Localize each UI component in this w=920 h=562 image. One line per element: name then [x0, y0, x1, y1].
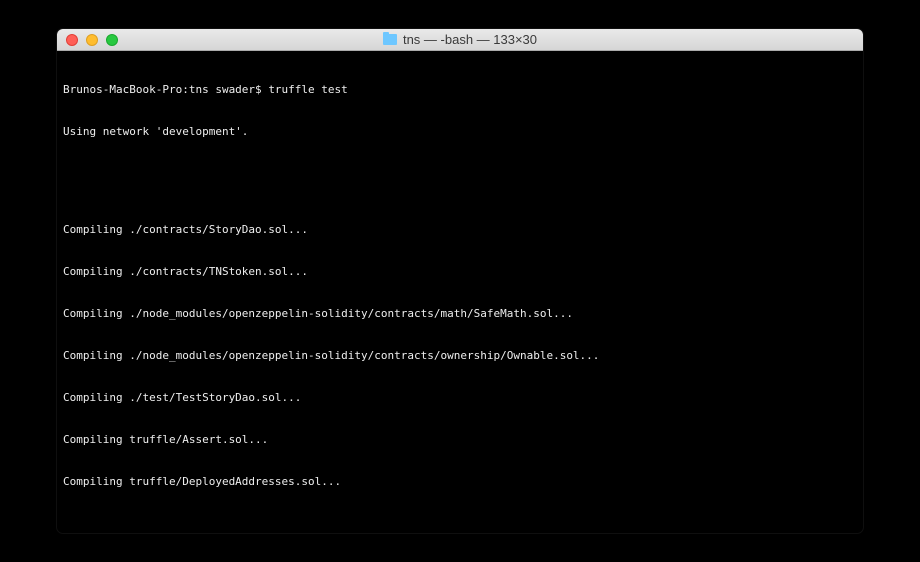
prompt-line: Brunos-MacBook-Pro:tns swader$ truffle t…: [63, 83, 857, 97]
titlebar: tns — -bash — 133×30: [57, 29, 863, 51]
close-icon[interactable]: [66, 34, 78, 46]
command: truffle test: [268, 83, 347, 96]
blank: [63, 167, 857, 181]
compile-line: Compiling ./contracts/TNStoken.sol...: [63, 265, 857, 279]
window-controls: [66, 34, 118, 46]
prompt: Brunos-MacBook-Pro:tns swader$: [63, 83, 268, 96]
compile-line: Compiling ./node_modules/openzeppelin-so…: [63, 349, 857, 363]
blank: [63, 531, 857, 533]
compile-line: Compiling ./test/TestStoryDao.sol...: [63, 391, 857, 405]
compile-line: Compiling ./node_modules/openzeppelin-so…: [63, 307, 857, 321]
compile-line: Compiling truffle/Assert.sol...: [63, 433, 857, 447]
zoom-icon[interactable]: [106, 34, 118, 46]
folder-icon: [383, 34, 397, 45]
window-title: tns — -bash — 133×30: [57, 33, 863, 47]
minimize-icon[interactable]: [86, 34, 98, 46]
compile-line: Compiling truffle/DeployedAddresses.sol.…: [63, 475, 857, 489]
terminal-body[interactable]: Brunos-MacBook-Pro:tns swader$ truffle t…: [57, 51, 863, 533]
terminal-window: tns — -bash — 133×30 Brunos-MacBook-Pro:…: [57, 29, 863, 533]
network-line: Using network 'development'.: [63, 125, 857, 139]
compile-line: Compiling ./contracts/StoryDao.sol...: [63, 223, 857, 237]
title-text: tns — -bash — 133×30: [403, 33, 537, 47]
